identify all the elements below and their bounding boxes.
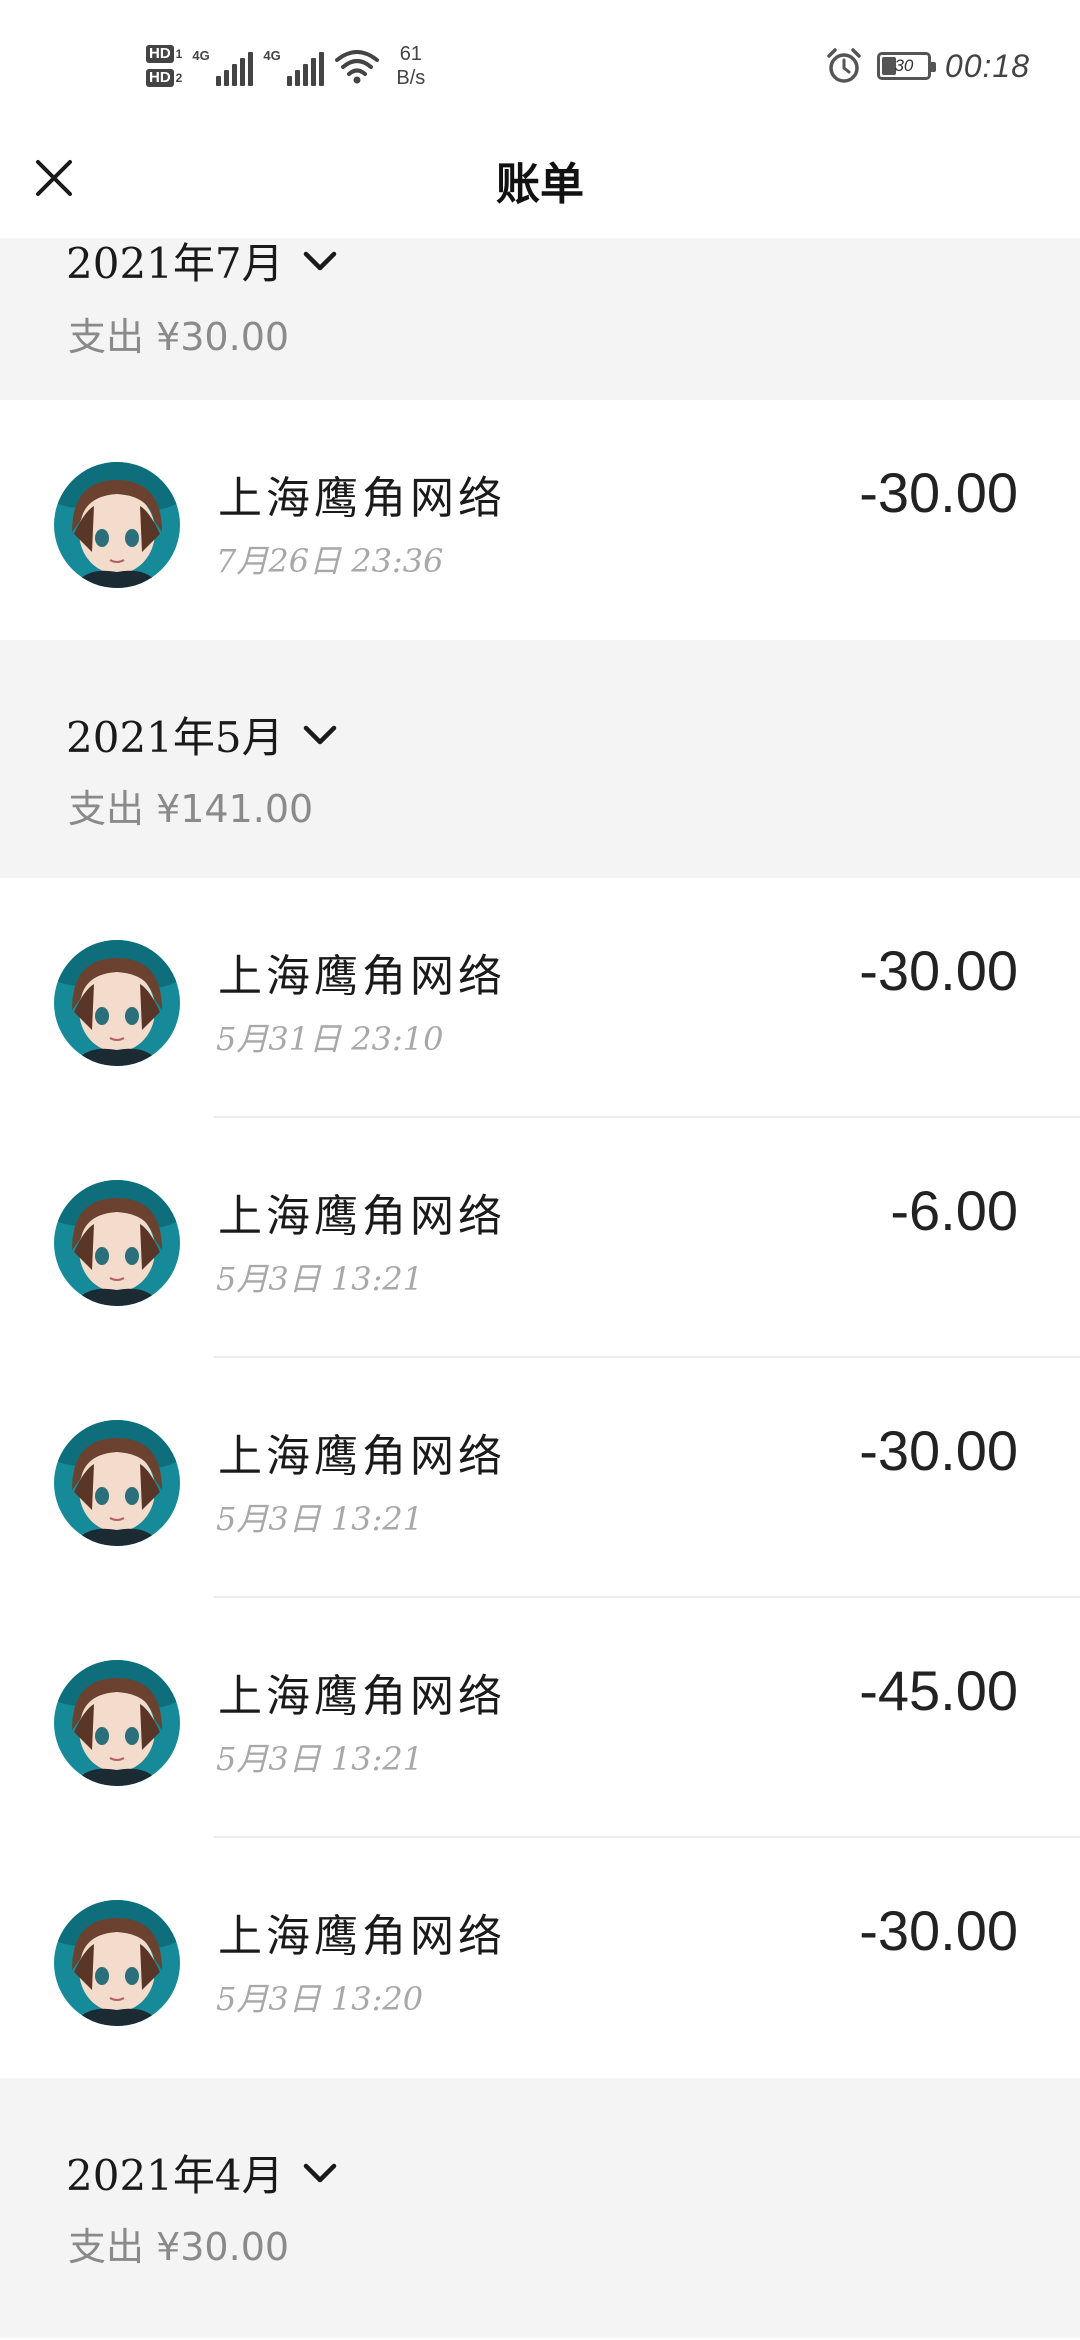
net1-label: 4G	[192, 48, 210, 63]
hd2-num: 2	[175, 71, 183, 85]
hd1-label: HD	[146, 45, 174, 63]
signal-icon-2: 4G	[263, 46, 325, 86]
transaction-amount: -30.00	[859, 1899, 1018, 1962]
transaction-amount: -45.00	[859, 1659, 1018, 1722]
merchant-avatar	[54, 1900, 180, 2026]
transaction-row[interactable]: 上海鹰角网络 5月3日 13:21 -30.00	[0, 1358, 1080, 1598]
transaction-row[interactable]: 上海鹰角网络 5月31日 23:10 -30.00	[0, 878, 1080, 1118]
hd1-indicator: HD 1	[146, 45, 182, 63]
transaction-row[interactable]: 上海鹰角网络 7月26日 23:36 -30.00	[0, 400, 1080, 640]
transaction-amount: -6.00	[890, 1179, 1018, 1242]
status-left: HD 1 HD 2 4G 4G 61 B/s	[146, 36, 425, 96]
month-expense: 支出 ¥30.00	[68, 2225, 290, 2269]
page-title: 账单	[496, 159, 584, 210]
hd2-indicator: HD 2	[146, 69, 182, 87]
merchant-name: 上海鹰角网络	[218, 473, 506, 524]
speed-unit: B/s	[396, 67, 426, 89]
transaction-amount: -30.00	[859, 939, 1018, 1002]
wifi-icon	[335, 50, 380, 84]
merchant-name: 上海鹰角网络	[218, 1911, 506, 1962]
merchant-name: 上海鹰角网络	[218, 1671, 506, 1722]
battery-icon: 30	[876, 52, 936, 80]
transaction-time: 5月3日 13:21	[216, 1740, 424, 1778]
chevron-down-icon	[303, 2163, 336, 2182]
chevron-down-icon	[303, 251, 336, 270]
month-title[interactable]: 2021年5月	[66, 704, 338, 765]
transaction-time: 5月3日 13:20	[216, 1980, 424, 2018]
network-speed: 61 B/s	[396, 42, 425, 90]
transaction-amount: -30.00	[859, 461, 1018, 524]
alarm-icon	[827, 48, 861, 83]
status-time: 00:18	[944, 47, 1030, 84]
transaction-time: 5月3日 13:21	[216, 1500, 424, 1538]
month-header-2021-04[interactable]: 2021年4月 支出 ¥30.00	[0, 2078, 1080, 2338]
speed-value: 61	[399, 43, 422, 65]
merchant-avatar	[54, 462, 180, 588]
bill-list: 2021年7月 支出 ¥30.00 上海鹰角网络 7月26日 23:36 -30…	[0, 238, 1080, 2338]
chevron-down-icon	[303, 725, 336, 744]
transaction-amount: -30.00	[859, 1419, 1018, 1482]
hd-indicators: HD 1 HD 2	[146, 45, 182, 87]
month-title[interactable]: 2021年7月	[66, 230, 338, 291]
signal-icon-1: 4G	[192, 46, 254, 86]
merchant-avatar	[54, 1180, 180, 1306]
month-expense: 支出 ¥141.00	[68, 787, 314, 831]
hd2-label: HD	[146, 69, 174, 87]
transaction-time: 5月3日 13:21	[216, 1260, 424, 1298]
transaction-row[interactable]: 上海鹰角网络 5月3日 13:20 -30.00	[0, 1838, 1080, 2078]
month-title[interactable]: 2021年4月	[66, 2142, 338, 2203]
merchant-name: 上海鹰角网络	[218, 1191, 506, 1242]
hd1-num: 1	[175, 47, 183, 61]
merchant-avatar	[54, 1420, 180, 1546]
month-header-2021-07[interactable]: 2021年7月 支出 ¥30.00	[0, 238, 1080, 400]
status-right: 30 00:18	[825, 46, 1030, 86]
merchant-name: 上海鹰角网络	[218, 951, 506, 1002]
transaction-time: 7月26日 23:36	[216, 542, 444, 580]
transaction-row[interactable]: 上海鹰角网络 5月3日 13:21 -6.00	[0, 1118, 1080, 1358]
merchant-avatar	[54, 940, 180, 1066]
merchant-avatar	[54, 1660, 180, 1786]
month-title-text: 2021年5月	[66, 713, 284, 762]
page-header: 账单	[0, 130, 1080, 238]
month-expense: 支出 ¥30.00	[68, 315, 290, 359]
month-header-2021-05[interactable]: 2021年5月 支出 ¥141.00	[0, 640, 1080, 878]
merchant-name: 上海鹰角网络	[218, 1431, 506, 1482]
status-bar: HD 1 HD 2 4G 4G 61 B/s 30 00:18	[0, 0, 1080, 130]
month-title-text: 2021年7月	[66, 239, 284, 288]
net2-label: 4G	[263, 48, 281, 63]
transaction-row[interactable]: 上海鹰角网络 5月3日 13:21 -45.00	[0, 1598, 1080, 1838]
battery-level: 30	[894, 56, 914, 75]
month-title-text: 2021年4月	[66, 2151, 284, 2200]
transaction-time: 5月31日 23:10	[216, 1020, 444, 1058]
